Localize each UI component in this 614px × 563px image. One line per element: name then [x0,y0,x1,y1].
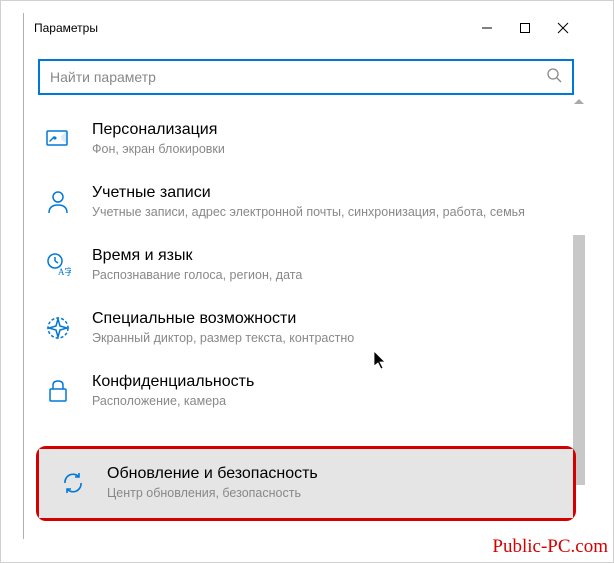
item-title: Учетные записи [92,184,568,202]
scroll-thumb[interactable] [573,235,585,485]
item-desc: Расположение, камера [92,394,568,408]
titlebar: Параметры [24,13,588,43]
highlight-annotation: Обновление и безопасность Центр обновлен… [36,446,576,521]
close-button[interactable] [556,21,570,35]
update-security-icon [59,469,87,497]
minimize-button[interactable] [480,21,494,35]
watermark: Public-PC.com [492,536,608,558]
window-title: Параметры [34,21,98,35]
settings-item-accounts[interactable]: Учетные записи Учетные записи, адрес эле… [24,170,588,233]
item-desc: Учетные записи, адрес электронной почты,… [92,205,568,219]
item-title: Персонализация [92,121,568,139]
privacy-icon [44,377,72,405]
item-title: Время и язык [92,247,568,265]
item-desc: Центр обновления, безопасность [107,486,553,500]
personalization-icon [44,125,72,153]
settings-item-update-security[interactable]: Обновление и безопасность Центр обновлен… [39,449,573,518]
accounts-icon [44,188,72,216]
settings-item-personalization[interactable]: Персонализация Фон, экран блокировки [24,107,588,170]
search-input[interactable] [50,69,546,85]
time-language-icon: A字 [44,251,72,279]
search-container [24,43,588,103]
item-title: Конфиденциальность [92,373,568,391]
settings-item-accessibility[interactable]: Специальные возможности Экранный диктор,… [24,296,588,359]
settings-item-privacy[interactable]: Конфиденциальность Расположение, камера [24,359,588,422]
search-icon [546,67,562,88]
window-controls [480,21,588,35]
maximize-button[interactable] [518,21,532,35]
settings-window: Параметры [23,13,588,539]
item-title: Специальные возможности [92,310,568,328]
accessibility-icon [44,314,72,342]
item-desc: Экранный диктор, размер текста, контраст… [92,331,568,345]
svg-text:A字: A字 [58,266,71,277]
search-box[interactable] [38,59,574,95]
item-desc: Распознавание голоса, регион, дата [92,268,568,282]
settings-list: Персонализация Фон, экран блокировки Уче… [24,103,588,422]
item-title: Обновление и безопасность [107,465,553,483]
item-desc: Фон, экран блокировки [92,142,568,156]
settings-item-time-language[interactable]: A字 Время и язык Распознавание голоса, ре… [24,233,588,296]
